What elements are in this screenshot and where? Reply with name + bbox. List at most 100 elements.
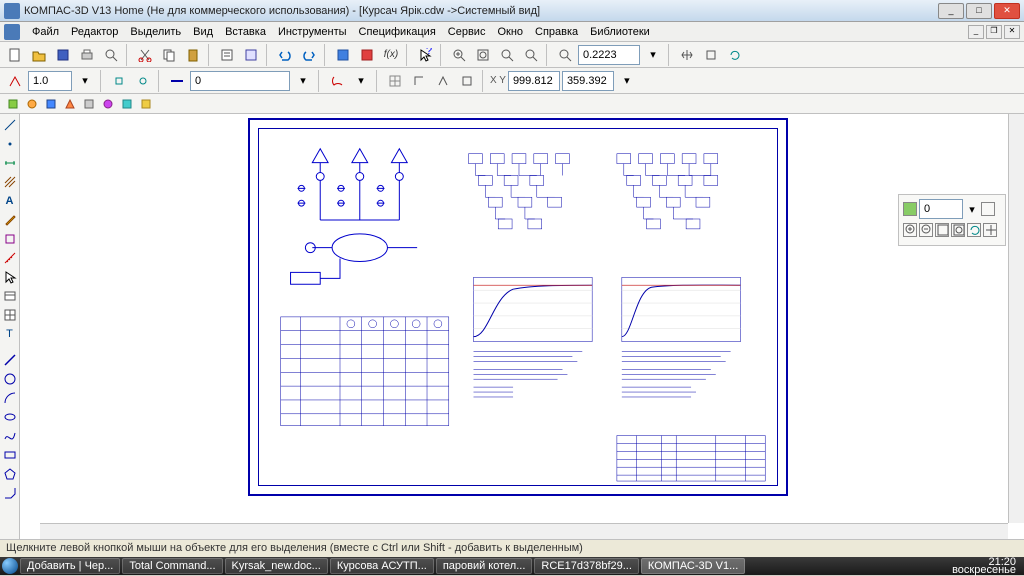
zoom-all-icon[interactable] xyxy=(951,223,965,237)
layer-input[interactable] xyxy=(919,199,963,219)
hatch-tool[interactable] xyxy=(1,173,19,191)
menu-insert[interactable]: Вставка xyxy=(219,24,272,40)
menu-view[interactable]: Вид xyxy=(187,24,219,40)
library-button[interactable] xyxy=(356,44,378,66)
compact-btn-5[interactable] xyxy=(80,95,98,113)
text-tool[interactable]: A xyxy=(1,192,19,210)
polygon-tool[interactable] xyxy=(1,465,19,483)
manager-button[interactable] xyxy=(332,44,354,66)
fx-button[interactable]: f(x) xyxy=(380,44,402,66)
taskbar-item[interactable]: Total Command... xyxy=(122,558,222,574)
new-button[interactable] xyxy=(4,44,26,66)
table-tool[interactable] xyxy=(1,306,19,324)
vertical-scrollbar[interactable] xyxy=(1008,114,1024,523)
step-input[interactable] xyxy=(28,71,72,91)
cut-button[interactable] xyxy=(134,44,156,66)
taskbar-item[interactable]: Добавить | Чер... xyxy=(20,558,120,574)
line-style-icon[interactable] xyxy=(166,70,188,92)
rect-tool[interactable] xyxy=(1,446,19,464)
minimize-button[interactable]: _ xyxy=(938,3,964,19)
zoom-prev-button[interactable] xyxy=(520,44,542,66)
compact-btn-6[interactable] xyxy=(99,95,117,113)
compact-btn-4[interactable] xyxy=(61,95,79,113)
pan-icon[interactable] xyxy=(983,223,997,237)
zoom-in-button[interactable] xyxy=(448,44,470,66)
step-type-button[interactable] xyxy=(4,70,26,92)
menu-file[interactable]: Файл xyxy=(26,24,65,40)
step-dropdown[interactable]: ▾ xyxy=(74,70,96,92)
taskbar-item-active[interactable]: КОМПАС-3D V1... xyxy=(641,558,745,574)
start-button[interactable] xyxy=(2,558,18,574)
point-tool[interactable] xyxy=(1,135,19,153)
print-button[interactable] xyxy=(76,44,98,66)
redo-button[interactable] xyxy=(298,44,320,66)
mdi-restore-button[interactable]: ❐ xyxy=(986,25,1002,39)
ellipse-tool[interactable] xyxy=(1,408,19,426)
menu-help[interactable]: Справка xyxy=(529,24,584,40)
mdi-close-button[interactable]: ✕ xyxy=(1004,25,1020,39)
compact-btn-8[interactable] xyxy=(137,95,155,113)
compact-btn-3[interactable] xyxy=(42,95,60,113)
local-cs-button[interactable] xyxy=(432,70,454,92)
mdi-minimize-button[interactable]: _ xyxy=(968,25,984,39)
zoom-in-icon[interactable] xyxy=(903,223,917,237)
compact-btn-1[interactable] xyxy=(4,95,22,113)
maximize-button[interactable]: □ xyxy=(966,3,992,19)
taskbar-item[interactable]: Курсова АСУТП... xyxy=(330,558,434,574)
paste-button[interactable] xyxy=(182,44,204,66)
help-cursor-button[interactable]: ? xyxy=(414,44,436,66)
redraw-icon[interactable] xyxy=(967,223,981,237)
arc-tool[interactable] xyxy=(1,389,19,407)
open-button[interactable] xyxy=(28,44,50,66)
layer-color-swatch[interactable] xyxy=(903,202,917,216)
dimension-tool[interactable] xyxy=(1,154,19,172)
menu-libraries[interactable]: Библиотеки xyxy=(584,24,656,40)
label-tool[interactable]: T xyxy=(1,325,19,343)
rebuild-button[interactable] xyxy=(700,44,722,66)
circle-tool[interactable] xyxy=(1,370,19,388)
undo-button[interactable] xyxy=(274,44,296,66)
style-dropdown[interactable]: ▾ xyxy=(292,70,314,92)
chamfer-tool[interactable] xyxy=(1,484,19,502)
layer-visible-icon[interactable] xyxy=(981,202,995,216)
menu-window[interactable]: Окно xyxy=(491,24,529,40)
ortho-button[interactable] xyxy=(408,70,430,92)
param-tool[interactable] xyxy=(1,230,19,248)
zoom-input[interactable] xyxy=(578,45,640,65)
refresh-button[interactable] xyxy=(724,44,746,66)
zoom-window-button[interactable] xyxy=(496,44,518,66)
snap-dropdown[interactable]: ▾ xyxy=(350,70,372,92)
save-button[interactable] xyxy=(52,44,74,66)
compact-btn-7[interactable] xyxy=(118,95,136,113)
coord-y-input[interactable] xyxy=(562,71,614,91)
system-clock[interactable]: 21:20 воскресенье xyxy=(946,558,1022,574)
menu-service[interactable]: Сервис xyxy=(442,24,492,40)
compact-btn-2[interactable] xyxy=(23,95,41,113)
measure-tool[interactable] xyxy=(1,249,19,267)
taskbar-item[interactable]: RCE17d378bf29... xyxy=(534,558,639,574)
coord-dropdown[interactable]: ▾ xyxy=(616,70,638,92)
taskbar-item[interactable]: паровий котел... xyxy=(436,558,533,574)
zoom-dropdown[interactable]: ▾ xyxy=(642,44,664,66)
round-button[interactable] xyxy=(456,70,478,92)
spline-tool[interactable] xyxy=(1,427,19,445)
properties-button[interactable] xyxy=(216,44,238,66)
preview-button[interactable] xyxy=(100,44,122,66)
zoom-sel-icon[interactable] xyxy=(935,223,949,237)
edit-tool[interactable] xyxy=(1,211,19,229)
menu-edit[interactable]: Редактор xyxy=(65,24,124,40)
coord-x-input[interactable] xyxy=(508,71,560,91)
select-tool[interactable] xyxy=(1,268,19,286)
spec-tool[interactable] xyxy=(1,287,19,305)
menu-spec[interactable]: Спецификация xyxy=(353,24,442,40)
menu-tools[interactable]: Инструменты xyxy=(272,24,353,40)
snap-toggle-button[interactable] xyxy=(326,70,348,92)
line-tool[interactable] xyxy=(1,351,19,369)
copy-button[interactable] xyxy=(158,44,180,66)
layer-dropdown[interactable]: ▾ xyxy=(965,200,979,218)
geometry-tool[interactable] xyxy=(1,116,19,134)
menu-select[interactable]: Выделить xyxy=(124,24,187,40)
taskbar-item[interactable]: Kyrsak_new.doc... xyxy=(225,558,328,574)
zoom-out-icon[interactable] xyxy=(919,223,933,237)
zoom-scale-button[interactable] xyxy=(554,44,576,66)
